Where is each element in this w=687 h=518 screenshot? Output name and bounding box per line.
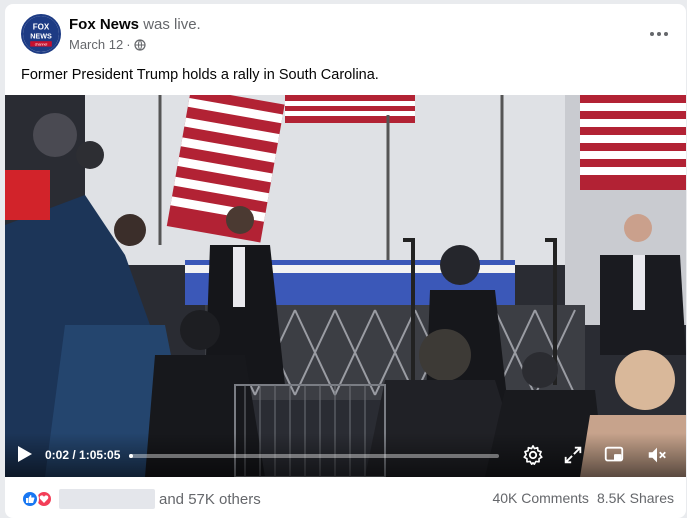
meta-separator: · [126, 37, 131, 52]
expand-icon[interactable] [562, 444, 584, 466]
duration: 1:05:05 [79, 448, 121, 462]
logo-text-fox: FOX [33, 23, 50, 32]
logo-text-news: NEWS [30, 32, 52, 41]
post-card: FOX NEWS channel Fox News was live. Marc… [5, 4, 686, 518]
logo-text-channel: channel [35, 43, 48, 47]
play-icon[interactable] [17, 445, 33, 463]
globe-icon [133, 38, 146, 51]
fox-news-logo: FOX NEWS channel [23, 16, 59, 52]
video-controls: 0:02 / 1:05:05 [5, 433, 686, 477]
shares-count[interactable]: 8.5K Shares [597, 490, 674, 506]
blurred-reactor-name [59, 489, 155, 509]
volume-muted-icon[interactable] [646, 444, 668, 466]
progress-fill [129, 454, 133, 458]
page-name-link[interactable]: Fox News [69, 16, 139, 33]
page-avatar[interactable]: FOX NEWS channel [21, 14, 61, 54]
more-horizontal-icon[interactable] [646, 24, 672, 44]
like-icon [21, 490, 39, 508]
video-frame [5, 95, 686, 477]
time-separator: / [69, 448, 80, 462]
video-time: 0:02 / 1:05:05 [45, 448, 120, 462]
gear-icon[interactable] [522, 444, 544, 466]
post-header: FOX NEWS channel Fox News was live. Marc… [5, 4, 686, 62]
post-status: was live. [143, 16, 201, 33]
flag-right [580, 95, 686, 190]
comments-count[interactable]: 40K Comments [492, 490, 588, 506]
post-date[interactable]: March 12 [69, 37, 123, 52]
video-player[interactable]: 0:02 / 1:05:05 [5, 95, 686, 477]
progress-bar[interactable] [129, 454, 499, 458]
post-caption: Former President Trump holds a rally in … [21, 67, 379, 83]
current-time: 0:02 [45, 448, 70, 462]
picture-in-picture-icon[interactable] [603, 444, 625, 466]
post-meta: March 12 · [69, 37, 146, 52]
post-author-line: Fox News was live. [69, 16, 201, 33]
reactions-others-text[interactable]: and 57K others [159, 491, 261, 508]
post-footer: and 57K others 40K Comments 8.5K Shares [5, 477, 686, 518]
reaction-summary[interactable]: and 57K others [21, 489, 261, 509]
engagement-counts: 40K Comments 8.5K Shares [492, 490, 674, 506]
flag-top-center [285, 95, 415, 123]
